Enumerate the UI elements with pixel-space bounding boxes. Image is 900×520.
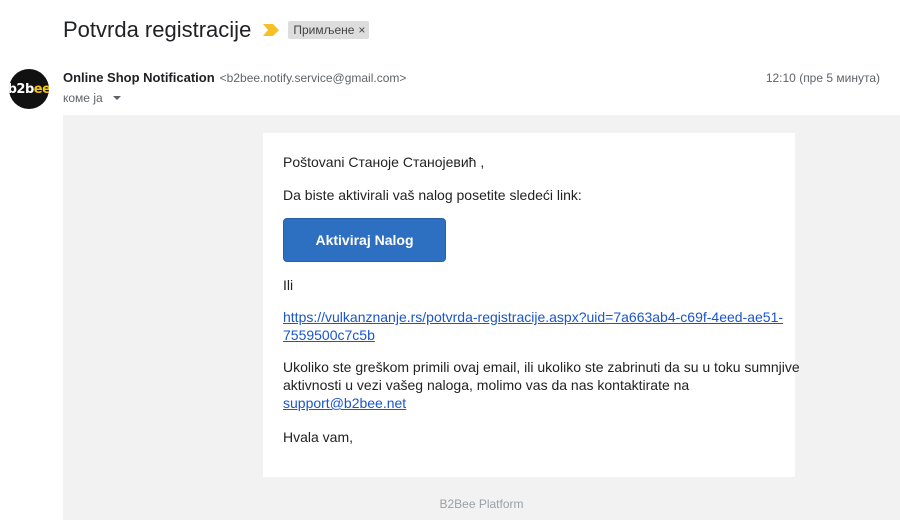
intro-text: Da biste aktivirali vaš nalog posetite s… (283, 187, 582, 203)
activation-link[interactable]: https://vulkanznanje.rs/potvrda-registra… (283, 308, 783, 344)
activate-account-button[interactable]: Aktiviraj Nalog (283, 218, 446, 262)
warning-text: Ukoliko ste greškom primili ovaj email, … (283, 358, 800, 412)
remove-label-icon[interactable]: × (358, 23, 365, 37)
thanks-text: Hvala vam, (283, 429, 354, 445)
avatar-logo-part2: ee (33, 81, 49, 97)
email-footer: B2Bee Platform (439, 497, 524, 511)
inbox-label-text: Примљене (293, 23, 355, 37)
email-card: Poštovani Станоје Станојевић , Da biste … (263, 133, 800, 477)
greeting-text: Poštovani Станоје Станојевић , (283, 154, 485, 170)
sender-email: <b2bee.notify.service@gmail.com> (219, 71, 407, 85)
subject-row: Potvrda registracije Примљене × (63, 14, 370, 46)
activation-link-line1[interactable]: https://vulkanznanje.rs/potvrda-registra… (283, 309, 783, 325)
support-email-link[interactable]: support@b2bee.net (283, 395, 406, 411)
sender-line: Online Shop Notification <b2bee.notify.s… (63, 70, 406, 85)
or-text: Ili (283, 277, 294, 293)
avatar-logo: b2bee (9, 82, 49, 97)
warning-line2: aktivnosti u vezi vašeg naloga, molimo v… (283, 377, 690, 393)
importance-marker-icon[interactable] (263, 24, 280, 36)
sender-avatar[interactable]: b2bee (9, 69, 49, 109)
recipient-line: коме ја (63, 91, 121, 105)
inbox-label-chip: Примљене × (288, 21, 370, 39)
warning-line1: Ukoliko ste greškom primili ovaj email, … (283, 359, 800, 375)
email-subject: Potvrda registracije (63, 17, 252, 42)
avatar-logo-part1: b2b (9, 81, 34, 97)
email-timestamp[interactable]: 12:10 (пре 5 минута) (766, 71, 880, 85)
sender-name[interactable]: Online Shop Notification (63, 70, 215, 85)
activation-link-line2[interactable]: 7559500c7c5b (283, 327, 375, 343)
chevron-down-icon[interactable] (112, 96, 121, 100)
recipient-text: коме ја (63, 91, 103, 105)
